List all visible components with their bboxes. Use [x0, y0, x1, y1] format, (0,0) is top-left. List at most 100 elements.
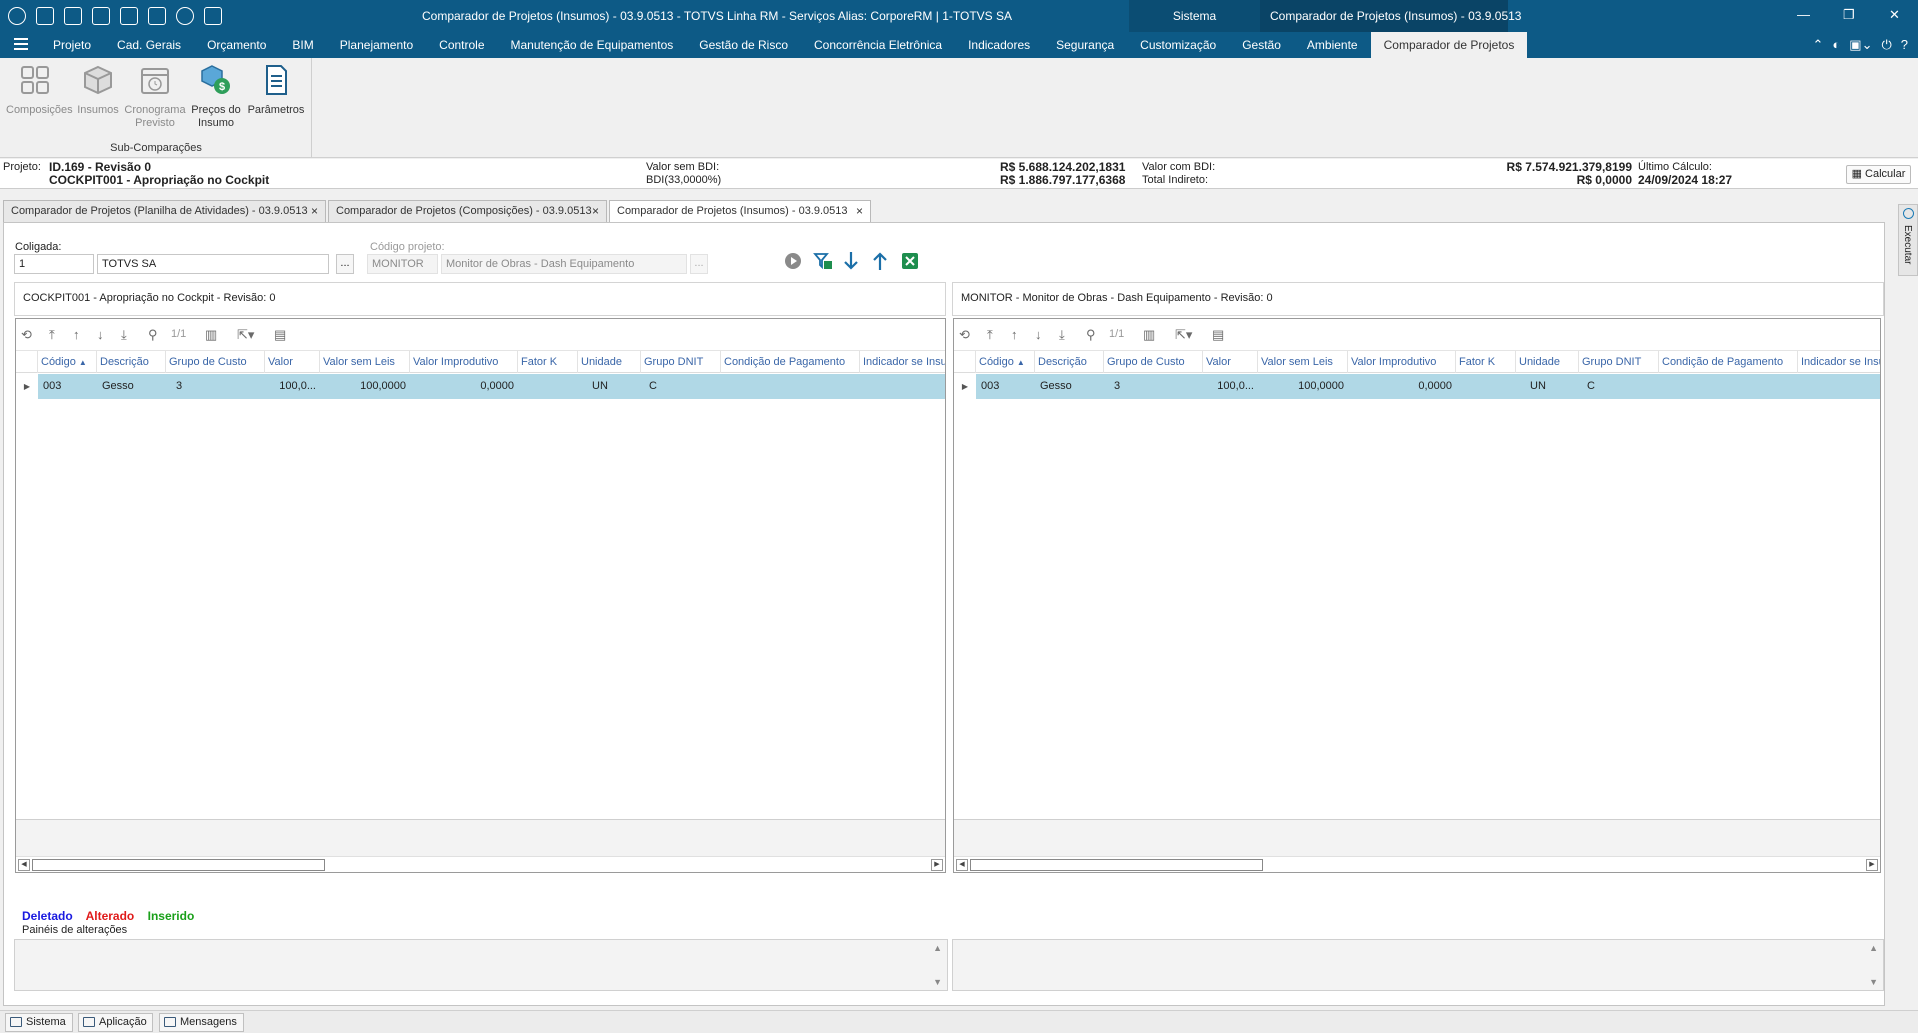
status-mensagens-button[interactable]: Mensagens	[159, 1013, 244, 1032]
menu-comparador[interactable]: Comparador de Projetos	[1370, 32, 1528, 58]
previous-icon[interactable]: ↑	[73, 327, 80, 342]
external-icon[interactable]	[204, 7, 222, 25]
next-icon[interactable]: ↓	[97, 327, 104, 342]
horizontal-scrollbar[interactable]: ◀ ▶	[16, 856, 945, 872]
export-icon[interactable]: ⇱▾	[237, 327, 254, 343]
menu-planejamento[interactable]: Planejamento	[327, 32, 426, 58]
menu-concorrencia[interactable]: Concorrência Eletrônica	[801, 32, 955, 58]
right-changes-panel[interactable]: ▲ ▼	[952, 939, 1884, 991]
collapse-icon[interactable]: ⌃	[1813, 37, 1824, 53]
refresh-icon[interactable]: ⟲	[21, 327, 32, 343]
menu-customizacao[interactable]: Customização	[1127, 32, 1229, 58]
menu-manutencao[interactable]: Manutenção de Equipamentos	[498, 32, 687, 58]
menu-controle[interactable]: Controle	[426, 32, 497, 58]
header-grupo-custo[interactable]: Grupo de Custo	[166, 351, 265, 373]
header-condicao-pagamento[interactable]: Condição de Pagamento	[721, 351, 860, 373]
status-sistema-button[interactable]: Sistema	[5, 1013, 73, 1032]
header-valor-improdutivo[interactable]: Valor Improdutivo	[410, 351, 518, 373]
hamburger-icon[interactable]	[14, 38, 28, 50]
restore-icon[interactable]: ❐	[1843, 7, 1855, 23]
help-icon[interactable]: ?	[1901, 37, 1908, 53]
header-descricao[interactable]: Descrição	[1035, 351, 1104, 373]
calendar-icon[interactable]	[64, 7, 82, 25]
previous-icon[interactable]: ↑	[1011, 327, 1018, 342]
context-tab[interactable]: Comparador de Projetos (Insumos) - 03.9.…	[1260, 0, 1521, 32]
executar-side-panel[interactable]: Executar	[1898, 204, 1918, 276]
coligada-code-input[interactable]: 1	[14, 254, 94, 274]
layout-icon[interactable]: ▣⌄	[1849, 37, 1872, 53]
play-icon[interactable]	[782, 250, 804, 272]
menu-gestao-risco[interactable]: Gestão de Risco	[686, 32, 801, 58]
header-grupo-dnit[interactable]: Grupo DNIT	[1579, 351, 1659, 373]
grid-icon[interactable]	[148, 7, 166, 25]
last-icon[interactable]: ⤓	[121, 327, 127, 343]
menu-indicadores[interactable]: Indicadores	[955, 32, 1043, 58]
arrow-down-icon[interactable]	[840, 250, 862, 272]
report-icon[interactable]: ▤	[1212, 327, 1224, 343]
tab-planilha-atividades[interactable]: Comparador de Projetos (Planilha de Ativ…	[3, 200, 326, 223]
header-unidade[interactable]: Unidade	[1516, 351, 1579, 373]
scroll-up-icon[interactable]: ▲	[933, 943, 942, 953]
header-valor-sem-leis[interactable]: Valor sem Leis	[1258, 351, 1348, 373]
globe-icon[interactable]	[176, 7, 194, 25]
scroll-down-icon[interactable]: ▼	[933, 977, 942, 987]
parametros-button[interactable]: Parâmetros	[246, 64, 306, 117]
scroll-right-icon[interactable]: ▶	[931, 859, 943, 871]
menu-ambiente[interactable]: Ambiente	[1294, 32, 1371, 58]
header-condicao-pagamento[interactable]: Condição de Pagamento	[1659, 351, 1798, 373]
coligada-lookup-button[interactable]: ...	[336, 254, 354, 274]
export-icon[interactable]: ⇱▾	[1175, 327, 1192, 343]
header-grupo-custo[interactable]: Grupo de Custo	[1104, 351, 1203, 373]
header-indicador-insumo[interactable]: Indicador se Insumo	[1798, 351, 1880, 373]
horizontal-scrollbar[interactable]: ◀ ▶	[954, 856, 1880, 872]
menu-orcamento[interactable]: Orçamento	[194, 32, 279, 58]
calcular-button[interactable]: ▦ Calcular	[1846, 165, 1911, 184]
codigo-projeto-name-input[interactable]: Monitor de Obras - Dash Equipamento	[441, 254, 687, 274]
composicoes-button[interactable]: Composições	[6, 64, 73, 117]
columns-icon[interactable]: ▥	[1143, 327, 1155, 343]
header-indicador-insumo[interactable]: Indicador se Insumo	[860, 351, 945, 373]
menu-gestao[interactable]: Gestão	[1229, 32, 1294, 58]
header-grupo-dnit[interactable]: Grupo DNIT	[641, 351, 721, 373]
header-valor[interactable]: Valor	[265, 351, 320, 373]
power-icon[interactable]: ⏻	[1881, 37, 1891, 53]
home-icon[interactable]	[120, 7, 138, 25]
codigo-projeto-lookup-button[interactable]: ...	[690, 254, 708, 274]
scroll-left-icon[interactable]: ◀	[18, 859, 30, 871]
report-icon[interactable]: ▤	[274, 327, 286, 343]
tab-insumos[interactable]: Comparador de Projetos (Insumos) - 03.9.…	[609, 200, 871, 224]
header-codigo[interactable]: Código ▲	[38, 351, 97, 373]
menu-bim[interactable]: BIM	[279, 32, 326, 58]
search-icon[interactable]: ⚲	[1086, 327, 1096, 343]
excel-icon[interactable]	[899, 250, 921, 272]
menu-cad-gerais[interactable]: Cad. Gerais	[104, 32, 194, 58]
menu-projeto[interactable]: Projeto	[40, 32, 104, 58]
insumos-button[interactable]: Insumos	[76, 64, 120, 117]
first-icon[interactable]: ⤒	[49, 327, 55, 343]
header-codigo[interactable]: Código ▲	[976, 351, 1035, 373]
last-icon[interactable]: ⤓	[1059, 327, 1065, 343]
header-valor[interactable]: Valor	[1203, 351, 1258, 373]
scroll-left-icon[interactable]: ◀	[956, 859, 968, 871]
close-icon[interactable]: ×	[592, 201, 599, 222]
tab-composicoes[interactable]: Comparador de Projetos (Composições) - 0…	[328, 200, 607, 223]
calendar-gear-icon[interactable]	[92, 7, 110, 25]
header-valor-sem-leis[interactable]: Valor sem Leis	[320, 351, 410, 373]
filter-excel-icon[interactable]	[812, 250, 834, 272]
close-icon[interactable]: ✕	[1889, 7, 1900, 23]
sistema-tab[interactable]: Sistema	[1129, 0, 1260, 32]
next-icon[interactable]: ↓	[1035, 327, 1042, 342]
cronograma-button[interactable]: Cronograma Previsto	[124, 64, 186, 130]
scroll-up-icon[interactable]: ▲	[1869, 943, 1878, 953]
search-icon[interactable]: ⚲	[148, 327, 158, 343]
scroll-down-icon[interactable]: ▼	[1869, 977, 1878, 987]
arrow-up-icon[interactable]	[869, 250, 891, 272]
header-fator-k[interactable]: Fator K	[1456, 351, 1516, 373]
coligada-name-input[interactable]: TOTVS SA	[97, 254, 329, 274]
header-unidade[interactable]: Unidade	[578, 351, 641, 373]
scroll-thumb[interactable]	[32, 859, 325, 871]
refresh-icon[interactable]	[8, 7, 26, 25]
globe-icon[interactable]: ◐	[1832, 37, 1840, 53]
columns-icon[interactable]: ▥	[205, 327, 217, 343]
refresh-icon[interactable]: ⟲	[959, 327, 970, 343]
